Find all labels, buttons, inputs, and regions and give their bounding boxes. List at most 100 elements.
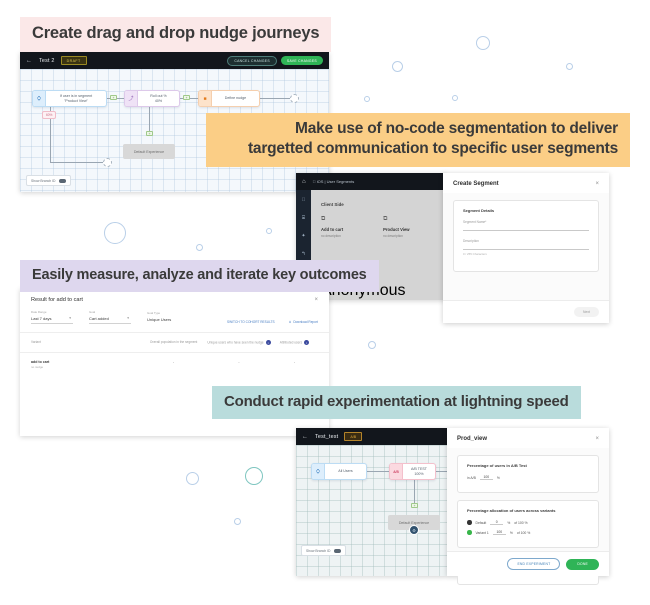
ab-percentage-card: Percentage of users in A/B Test in A/B 1… — [457, 455, 599, 493]
filter-value[interactable]: Cart added ▾ — [89, 314, 131, 324]
ab-test-icon: A/B — [390, 464, 403, 479]
download-icon: ⬇ — [288, 320, 292, 324]
filter-value-text: Unique Users — [147, 317, 172, 322]
segment-description-field[interactable]: Description 0 / 255 Characters — [463, 239, 589, 256]
switch-cohort-link[interactable]: SWITCH TO COHORT RESULTS — [227, 320, 275, 324]
decorative-circle-2 — [566, 63, 573, 70]
filter-value: Unique Users — [147, 315, 189, 324]
variant-allocation-input[interactable]: 100 — [492, 530, 506, 535]
add-step-button-1[interactable]: + — [110, 95, 117, 100]
decorative-circle-7 — [266, 228, 272, 234]
goal-type-filter: Goal Type Unique Users — [147, 311, 189, 324]
variant-dot-icon — [467, 520, 472, 525]
journey-title: Test 2 — [39, 57, 55, 64]
segment-card-name: Product View — [383, 227, 410, 232]
next-button[interactable]: Next — [574, 307, 599, 317]
char-counter: 0 / 255 Characters — [463, 251, 487, 256]
close-icon[interactable]: × — [314, 297, 318, 303]
segment-card-icon: ⧉ — [321, 216, 326, 222]
drawer-footer: END EXPERIMENT DONE — [447, 551, 609, 576]
percent-unit: % — [496, 475, 500, 480]
cancel-changes-button[interactable]: CANCEL CHANGES — [227, 55, 277, 66]
table-row[interactable]: add to cart no nudge - - - — [20, 353, 329, 376]
end-experiment-button[interactable]: END EXPERIMENT — [507, 558, 561, 570]
column-header-attributed: Attributed users i — [271, 340, 318, 345]
segment-card[interactable]: ⧉ Add to cart no description — [321, 216, 343, 238]
nudge-icon: ■ — [199, 91, 212, 106]
download-report-button[interactable]: ⬇ Download Report — [289, 320, 318, 324]
add-step-button-2[interactable]: + — [183, 95, 190, 100]
percent-unit: % — [507, 520, 511, 525]
ab-percentage-row[interactable]: in A/B 100 % — [467, 475, 589, 480]
variant-name: add to cart — [31, 360, 50, 364]
back-arrow-icon[interactable]: ← — [26, 58, 32, 64]
node-avatar[interactable]: ⚙ — [409, 525, 419, 535]
variant-subtitle: no nudge — [31, 365, 44, 369]
prod-view-drawer: Prod_view × Percentage of users in A/B T… — [447, 428, 609, 585]
segment-name-field[interactable]: Segment Name* — [463, 220, 589, 231]
ab-percentage-input[interactable]: 100 — [479, 475, 493, 480]
card-title: Percentage of users in A/B Test — [467, 463, 527, 468]
node-rollout[interactable]: ⤴ Roll out % 40% — [124, 90, 180, 107]
toggle-switch-icon[interactable] — [333, 548, 341, 553]
allocation-row-default[interactable]: Default 0 % of 100 % — [467, 520, 589, 525]
decorative-circle-11 — [245, 467, 263, 485]
sidebar-item-grid-icon[interactable]: ⌸ — [302, 215, 305, 221]
breadcrumb[interactable]:  iOS | User Segments — [313, 179, 355, 184]
home-icon[interactable]: ⌂ — [302, 179, 306, 185]
decorative-circle-1 — [392, 61, 403, 72]
variant-allocation-input[interactable]: 0 — [490, 520, 504, 525]
node-all-users[interactable]: ⛭ All Users — [311, 463, 367, 480]
decorative-circle-10 — [186, 472, 199, 485]
segment-details-card: Segment Details Segment Name* Descriptio… — [453, 200, 599, 272]
show-branch-id-toggle[interactable]: Show Branch ID — [301, 545, 346, 556]
goal-filter[interactable]: Goal Cart added ▾ — [89, 310, 131, 324]
decorative-circle-8 — [368, 341, 376, 349]
chevron-down-icon[interactable]: ▾ — [69, 316, 71, 320]
segment-card-icon: ⧉ — [383, 216, 388, 222]
status-badge: DRAFT — [60, 56, 87, 65]
show-branch-id-label: Show Branch ID — [306, 548, 331, 553]
info-icon[interactable]: i — [304, 340, 310, 345]
ab-status-badge: A/B — [344, 432, 363, 441]
segment-name-input[interactable] — [463, 224, 589, 231]
results-table-header: Variant Overall population in the segmen… — [20, 332, 329, 353]
date-range-filter[interactable]: Date Range Last 7 days ▾ — [31, 310, 73, 324]
sidebar-item-apple-icon[interactable]:  — [302, 197, 306, 203]
default-experience-node[interactable]: Default Experience — [123, 144, 175, 159]
decorative-circle-3 — [364, 96, 370, 102]
segment-description-input[interactable] — [463, 243, 589, 250]
add-step-button[interactable]: + — [411, 503, 418, 508]
show-branch-id-toggle[interactable]: Show Branch ID — [26, 175, 71, 186]
decorative-circle-0 — [476, 36, 490, 50]
segment-card-name: Add to cart — [321, 227, 344, 232]
done-button[interactable]: DONE — [566, 558, 599, 570]
node-define-nudge[interactable]: ■ Define nudge — [198, 90, 260, 107]
end-node-1[interactable] — [290, 94, 299, 103]
node-label: Roll out % 40% — [150, 93, 167, 103]
save-changes-button[interactable]: SAVE CHANGES — [280, 56, 323, 65]
end-node-2[interactable] — [103, 158, 112, 167]
close-icon[interactable]: × — [595, 181, 599, 187]
segment-card-desc: no description — [383, 234, 403, 238]
chevron-down-icon[interactable]: ▾ — [127, 316, 129, 320]
node-segment[interactable]: ⛭ If user is in segment "Product View" — [32, 90, 107, 107]
sidebar-item-share-icon[interactable]: ↰ — [301, 251, 305, 257]
sidebar-item-star-icon[interactable]: ✦ — [301, 233, 305, 239]
filter-value[interactable]: Last 7 days ▾ — [31, 314, 73, 324]
node-label: If user is in segment "Product View" — [59, 93, 93, 103]
drawer-footer: Next — [443, 300, 609, 323]
close-icon[interactable]: × — [595, 436, 599, 442]
download-report-label: Download Report — [293, 320, 318, 324]
node-ab-test[interactable]: A/B A/B TEST 100% — [389, 463, 436, 480]
toggle-switch-icon[interactable] — [58, 178, 66, 183]
segment-card[interactable]: ⧉ Product View no description — [383, 216, 409, 238]
edge-2 — [436, 471, 447, 472]
back-arrow-icon[interactable]: ← — [302, 434, 308, 440]
variant-name: Default — [475, 520, 487, 525]
cell-overall: - — [173, 360, 175, 364]
audience-icon: ⛭ — [312, 464, 325, 479]
allocation-row-variant1[interactable]: Variant 1 100 % of 100 % — [467, 530, 589, 535]
add-step-button-3[interactable]: + — [146, 131, 153, 136]
ab-journey-canvas[interactable]: ⛭ All Users A/B A/B TEST 100% + Default … — [296, 445, 447, 576]
